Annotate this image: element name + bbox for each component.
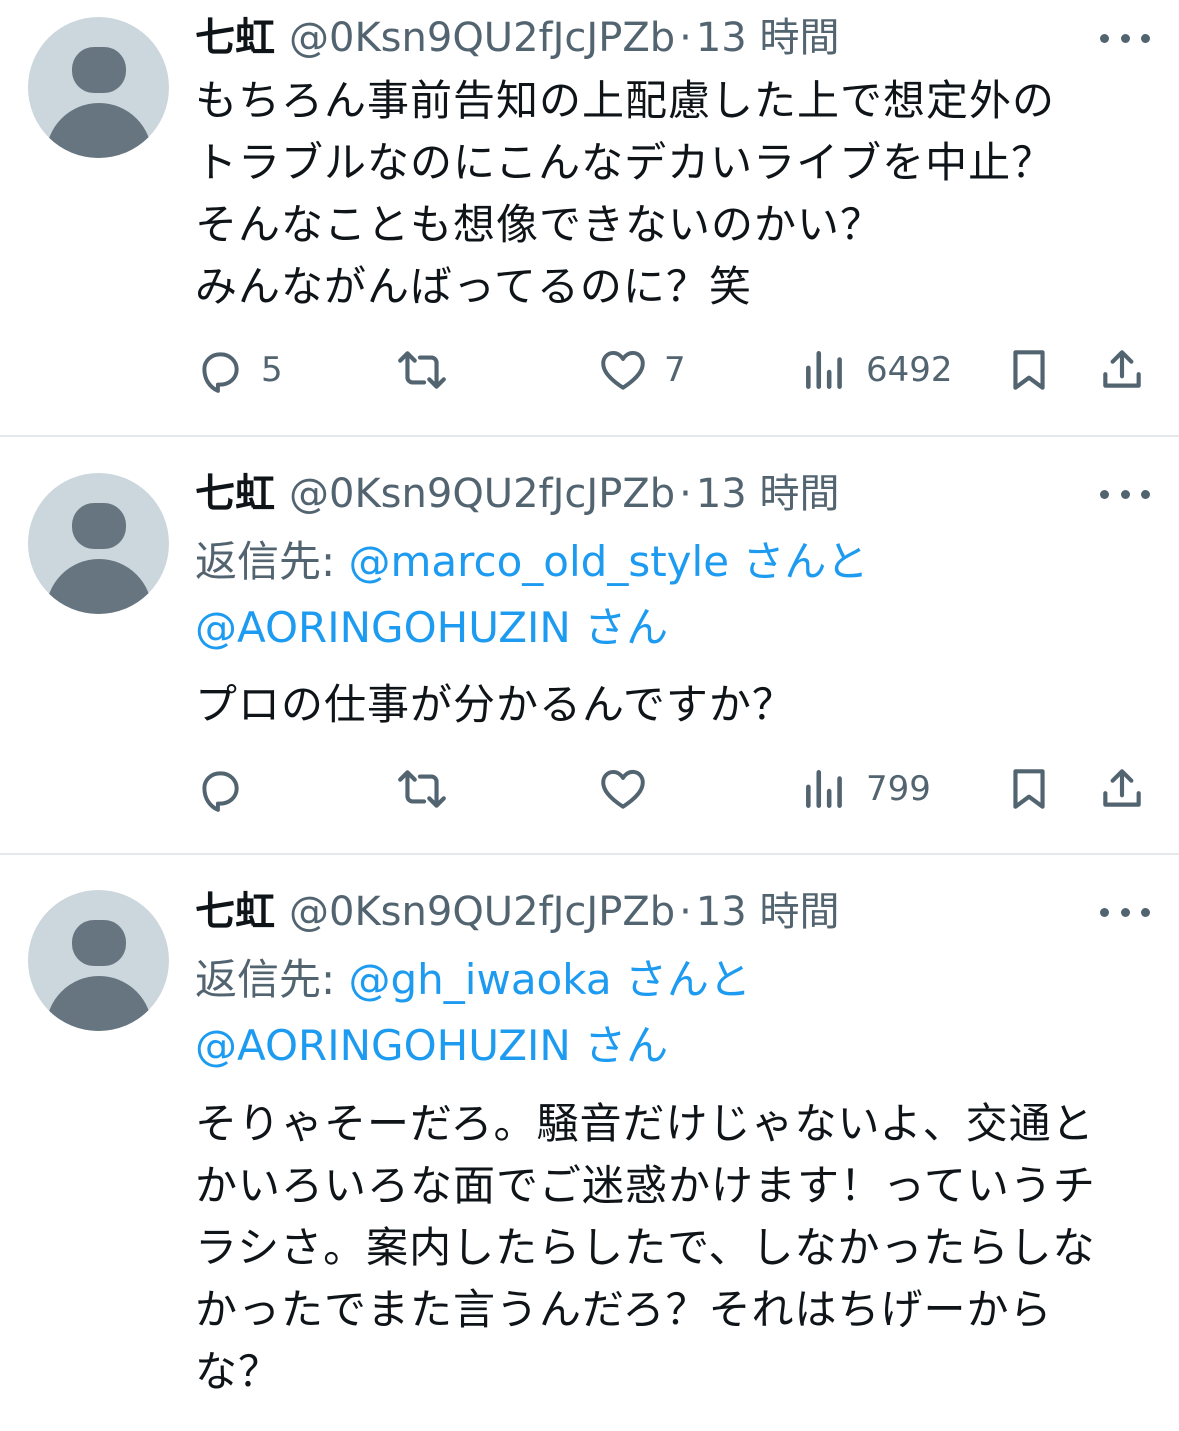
heart-icon [601, 769, 645, 809]
reply-icon [202, 771, 239, 812]
reply-prefix: 返信先: [195, 537, 349, 586]
like-button[interactable] [598, 759, 648, 819]
avatar-head-shape [72, 503, 126, 549]
reply-button[interactable] [195, 759, 245, 819]
reply-count: 5 [261, 350, 283, 390]
retweet-icon [398, 770, 446, 808]
tweet[interactable]: 七虹 @0Ksn9QU2fJcJPZb · 13 時間 返信先: @marco_… [0, 437, 1179, 854]
tweet-header: 七虹 @0Ksn9QU2fJcJPZb · 13 時間 [195, 13, 839, 63]
share-icon [1103, 350, 1141, 388]
separator-dot: · [679, 15, 692, 61]
separator-dot: · [679, 889, 692, 935]
separator-dot: · [679, 471, 692, 517]
view-count: 799 [866, 769, 931, 809]
bookmark-button[interactable] [1004, 759, 1054, 819]
bookmark-button[interactable] [1004, 340, 1054, 400]
views-button[interactable]: 799 [800, 759, 931, 819]
action-bar: 799 [0, 759, 1179, 819]
reply-user-link[interactable]: @marco_old_style さんと [349, 537, 869, 586]
share-button[interactable] [1097, 759, 1147, 819]
reply-button[interactable]: 5 [195, 340, 283, 400]
reply-user-link[interactable]: @AORINGOHUZIN さん [195, 603, 668, 652]
tweet-text: もちろん事前告知の上配慮した上で想定外の トラブルなのにこんなデカいライブを中止… [195, 76, 1056, 311]
more-icon[interactable] [1100, 28, 1150, 48]
retweet-button[interactable] [395, 340, 449, 400]
reply-context: 返信先: @gh_iwaoka さんと @AORINGOHUZIN さん [195, 947, 1155, 1079]
views-button[interactable]: 6492 [800, 340, 953, 400]
timeline: 七虹 @0Ksn9QU2fJcJPZb · 13 時間 もちろん事前告知の上配慮… [0, 0, 1179, 1431]
action-bar: 5 7 6492 [0, 340, 1179, 400]
user-handle[interactable]: @0Ksn9QU2fJcJPZb [289, 887, 675, 937]
tweet-text: そりゃそーだろ。騒音だけじゃないよ、交通と かいろいろな面でご迷惑かけます！って… [195, 1099, 1096, 1396]
reply-icon [202, 352, 239, 393]
timestamp[interactable]: 13 時間 [696, 887, 840, 937]
avatar-head-shape [72, 47, 126, 93]
reply-user-link[interactable]: @AORINGOHUZIN さん [195, 1021, 668, 1070]
share-icon [1103, 769, 1141, 807]
avatar-body-shape [46, 976, 152, 1031]
like-count: 7 [664, 350, 686, 390]
more-icon[interactable] [1100, 902, 1150, 922]
heart-icon [601, 350, 645, 390]
views-icon [806, 351, 842, 389]
share-button[interactable] [1097, 340, 1147, 400]
bookmark-icon [1013, 769, 1045, 809]
display-name[interactable]: 七虹 [195, 887, 275, 937]
avatar[interactable] [28, 473, 169, 614]
reply-user-link[interactable]: @gh_iwaoka さんと [349, 955, 751, 1004]
views-icon [806, 770, 842, 808]
like-button[interactable]: 7 [598, 340, 686, 400]
avatar[interactable] [28, 890, 169, 1031]
tweet[interactable]: 七虹 @0Ksn9QU2fJcJPZb · 13 時間 もちろん事前告知の上配慮… [0, 0, 1179, 436]
display-name[interactable]: 七虹 [195, 13, 275, 63]
timestamp[interactable]: 13 時間 [696, 469, 840, 519]
avatar-head-shape [72, 920, 126, 966]
bookmark-icon [1013, 350, 1045, 390]
tweet-header: 七虹 @0Ksn9QU2fJcJPZb · 13 時間 [195, 469, 839, 519]
reply-context: 返信先: @marco_old_style さんと @AORINGOHUZIN … [195, 529, 1155, 661]
retweet-button[interactable] [395, 759, 449, 819]
user-handle[interactable]: @0Ksn9QU2fJcJPZb [289, 13, 675, 63]
user-handle[interactable]: @0Ksn9QU2fJcJPZb [289, 469, 675, 519]
avatar[interactable] [28, 17, 169, 158]
avatar-body-shape [46, 103, 152, 158]
more-icon[interactable] [1100, 484, 1150, 504]
reply-prefix: 返信先: [195, 955, 349, 1004]
timestamp[interactable]: 13 時間 [696, 13, 840, 63]
view-count: 6492 [866, 350, 953, 390]
tweet[interactable]: 七虹 @0Ksn9QU2fJcJPZb · 13 時間 返信先: @gh_iwa… [0, 855, 1179, 1431]
retweet-icon [398, 351, 446, 389]
tweet-text: プロの仕事が分かるんですか？ [195, 680, 795, 729]
tweet-header: 七虹 @0Ksn9QU2fJcJPZb · 13 時間 [195, 887, 839, 937]
display-name[interactable]: 七虹 [195, 469, 275, 519]
avatar-body-shape [46, 559, 152, 614]
